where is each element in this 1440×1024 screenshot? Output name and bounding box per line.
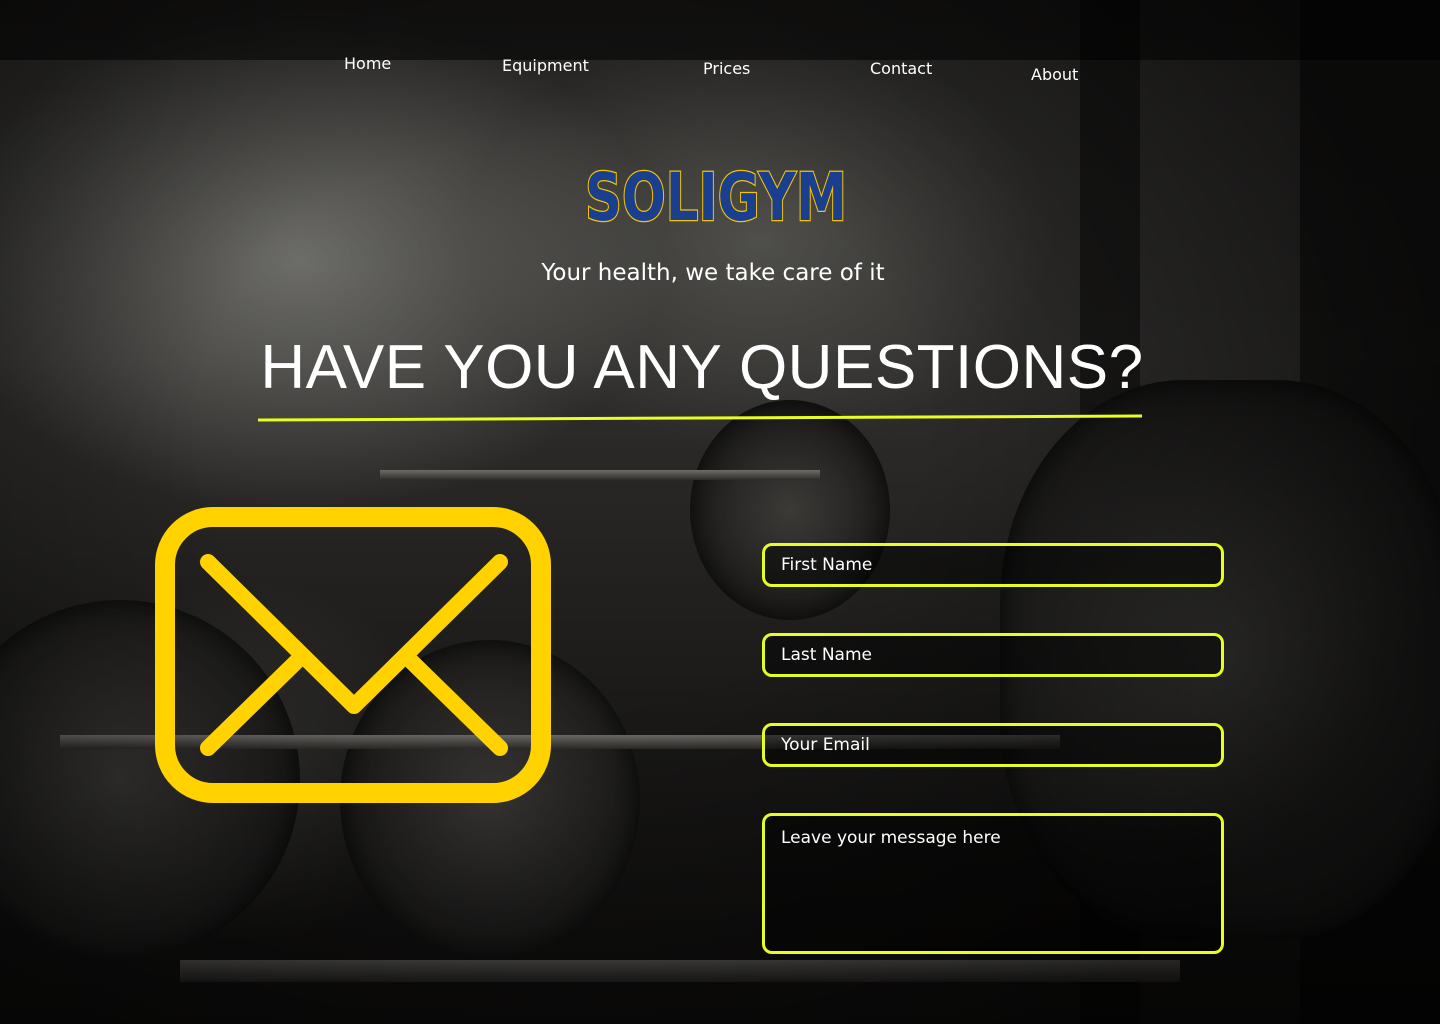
brand-logo[interactable]: SOLIGYM <box>582 160 850 226</box>
heading-underline <box>258 414 1142 422</box>
tagline: Your health, we take care of it <box>541 260 885 286</box>
email-field[interactable] <box>762 723 1224 767</box>
logo-text: SOLIGYM <box>585 160 847 226</box>
nav-home[interactable]: Home <box>344 54 391 73</box>
page-title: HAVE YOU ANY QUESTIONS? <box>260 333 1144 402</box>
message-field[interactable] <box>762 813 1224 954</box>
nav-equipment[interactable]: Equipment <box>502 56 589 75</box>
nav-prices[interactable]: Prices <box>703 59 750 78</box>
nav-about[interactable]: About <box>1031 65 1078 84</box>
nav-contact[interactable]: Contact <box>870 59 932 78</box>
mail-icon <box>155 507 551 803</box>
first-name-field[interactable] <box>762 543 1224 587</box>
last-name-field[interactable] <box>762 633 1224 677</box>
